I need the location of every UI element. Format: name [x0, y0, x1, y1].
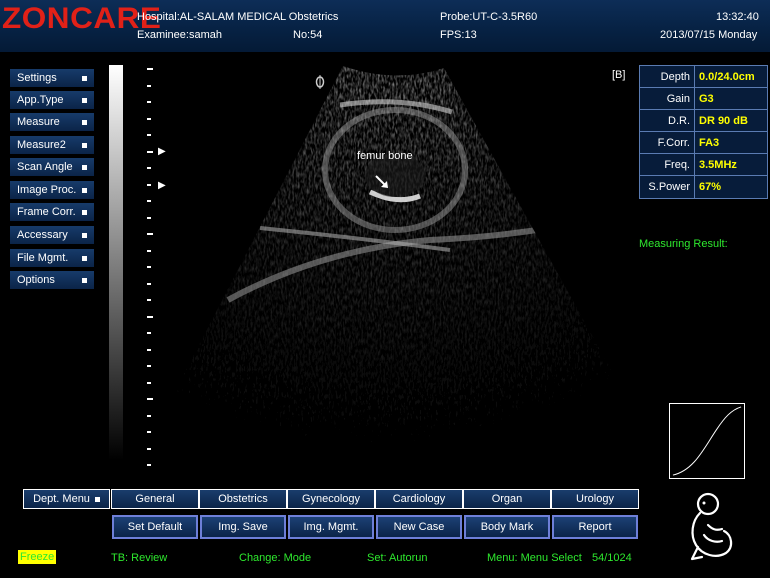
dept-tab[interactable]: Organ — [463, 489, 551, 509]
menu-indicator-icon — [94, 496, 100, 502]
parameter-value: DR 90 dB — [695, 110, 767, 131]
parameter-name: S.Power — [640, 176, 695, 198]
image-annotation-text: femur bone — [357, 150, 413, 162]
parameter-row: Depth 0.0/24.0cm — [640, 66, 767, 88]
dept-tab[interactable]: Urology — [551, 489, 639, 509]
gamma-curve-icon — [669, 403, 745, 479]
parameter-value: 0.0/24.0cm — [695, 66, 767, 87]
dept-menu-button[interactable]: Dept. Menu — [23, 489, 110, 509]
parameter-row: S.Power 67% — [640, 176, 767, 198]
parameter-row: D.R. DR 90 dB — [640, 110, 767, 132]
parameter-row: F.Corr. FA3 — [640, 132, 767, 154]
parameter-table: Depth 0.0/24.0cm Gain G3 D.R. DR 90 dB F.Corr.… — [639, 65, 768, 199]
scan-sector — [150, 66, 650, 480]
set-hint: Set: Autorun — [367, 552, 428, 564]
parameter-value: 67% — [695, 176, 767, 198]
parameter-name: D.R. — [640, 110, 695, 131]
dept-menu-label: Dept. Menu — [33, 493, 90, 505]
dept-tab[interactable]: Obstetrics — [199, 489, 287, 509]
action-button[interactable]: Report — [552, 515, 638, 539]
parameter-name: Depth — [640, 66, 695, 87]
probe-orientation-icon — [315, 75, 325, 89]
fetus-bodymark-icon[interactable] — [686, 491, 736, 563]
dept-tab[interactable]: General — [111, 489, 199, 509]
action-button[interactable]: Body Mark — [464, 515, 550, 539]
action-button[interactable]: Set Default — [112, 515, 198, 539]
parameter-value: G3 — [695, 88, 767, 109]
measuring-result-label: Measuring Result: — [639, 238, 728, 250]
action-button[interactable]: Img. Save — [200, 515, 286, 539]
parameter-row: Gain G3 — [640, 88, 767, 110]
action-button[interactable]: Img. Mgmt. — [288, 515, 374, 539]
parameter-name: F.Corr. — [640, 132, 695, 153]
dept-tab[interactable]: Gynecology — [287, 489, 375, 509]
menu-hint: Menu: Menu Select — [487, 552, 582, 564]
parameter-value: 3.5MHz — [695, 154, 767, 175]
action-button[interactable]: New Case — [376, 515, 462, 539]
change-hint: Change: Mode — [239, 552, 312, 564]
parameter-name: Gain — [640, 88, 695, 109]
image-mode-mark: [B] — [612, 69, 626, 81]
parameter-value: FA3 — [695, 132, 767, 153]
freeze-status[interactable]: Freeze — [18, 550, 57, 564]
frame-counter: 54/1024 — [592, 552, 632, 564]
dept-tab[interactable]: Cardiology — [375, 489, 463, 509]
parameter-row: Freq. 3.5MHz — [640, 154, 767, 176]
parameter-name: Freq. — [640, 154, 695, 175]
trackball-hint: TB: Review — [111, 552, 168, 564]
